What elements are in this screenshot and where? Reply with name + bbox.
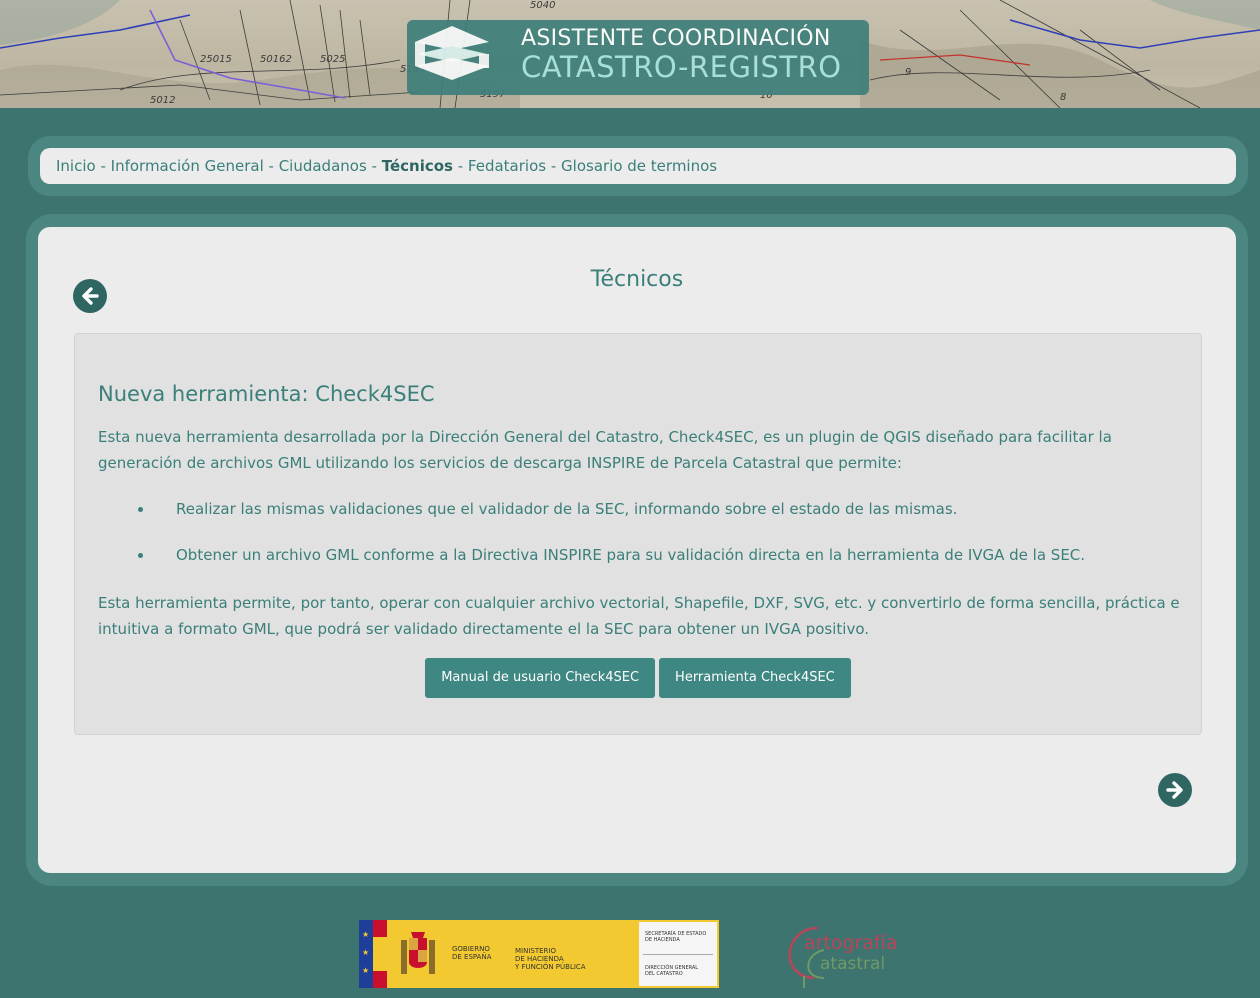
direccion-catastro-text: DIRECCIÓN GENERAL DEL CATASTRO [645, 965, 699, 977]
nav-link-informacion-general[interactable]: Información General [111, 157, 264, 175]
svg-text:25015: 25015 [200, 54, 232, 65]
ministerio-text: MINISTERIO DE HACIENDA Y FUNCIÓN PÚBLICA [515, 947, 586, 971]
nav-link-inicio[interactable]: Inicio [56, 157, 96, 175]
next-button[interactable] [1158, 773, 1192, 807]
check4sec-tool-button[interactable]: Herramienta Check4SEC [659, 658, 851, 698]
panel-heading: Nueva herramienta: Check4SEC [98, 382, 435, 406]
nav-separator: - [95, 157, 111, 175]
intro-paragraph: Esta nueva herramienta desarrollada por … [98, 428, 1112, 472]
list-item: Obtener un archivo GML conforme a la Dir… [98, 542, 1183, 588]
outro-paragraph: Esta herramienta permite, por tanto, ope… [98, 594, 1180, 638]
gobierno-espana-logo[interactable]: ★ ★ ★ GOBIERNO DE ESPAÑA MINISTERIO DE HAC… [359, 920, 719, 988]
gobierno-text: GOBIERNO DE ESPAÑA [452, 945, 492, 961]
breadcrumb-nav: Inicio - Información General - Ciudadano… [40, 148, 1236, 184]
feature-list: Realizar las mismas validaciones que el … [98, 496, 1183, 588]
list-item-text: Realizar las mismas validaciones que el … [176, 500, 958, 518]
list-item: Realizar las mismas validaciones que el … [98, 496, 1183, 542]
nav-link-fedatarios[interactable]: Fedatarios [468, 157, 546, 175]
bullet-icon [138, 553, 143, 558]
content-panel: Nueva herramienta: Check4SEC Esta nueva … [74, 333, 1202, 735]
logo-title-line1: ASISTENTE COORDINACIÓN [521, 26, 831, 51]
svg-text:50162: 50162 [260, 54, 292, 65]
nav-separator: - [546, 157, 562, 175]
nav-separator: - [263, 157, 279, 175]
arrow-right-circle-icon [1166, 781, 1183, 799]
cartografia-text: artografía [804, 932, 898, 954]
svg-text:8: 8 [1060, 92, 1066, 103]
site-logo[interactable]: ASISTENTE COORDINACIÓN CATASTRO-REGISTRO [407, 20, 869, 95]
button-row: Manual de usuario Check4SEC Herramienta … [75, 658, 1201, 698]
cartografia-catastral-logo[interactable]: artografía atastral [774, 920, 924, 990]
svg-text:9: 9 [905, 67, 911, 78]
secretaria-text: SECRETARÍA DE ESTADO DE HACIENDA [645, 931, 707, 943]
coat-of-arms-icon [401, 932, 435, 974]
nav-separator: - [452, 157, 468, 175]
logo-mark-icon [415, 26, 489, 80]
logo-title-line2: CATASTRO-REGISTRO [521, 50, 842, 84]
content-card: Técnicos Nueva herramienta: Check4SEC Es… [38, 227, 1236, 873]
nav-link-glosario[interactable]: Glosario de terminos [561, 157, 717, 175]
nav-separator: - [366, 157, 382, 175]
svg-text:5012: 5012 [150, 95, 175, 106]
list-item-text: Obtener un archivo GML conforme a la Dir… [176, 546, 1086, 564]
user-manual-button[interactable]: Manual de usuario Check4SEC [425, 658, 656, 698]
svg-text:5040: 5040 [530, 0, 555, 11]
bullet-icon [138, 507, 143, 512]
nav-link-ciudadanos[interactable]: Ciudadanos [279, 157, 367, 175]
header-banner: 25015 50162 5025 5012 5194 5197 9 10 8 5… [0, 0, 1260, 108]
eu-flag-icon: ★ ★ ★ [359, 920, 373, 988]
page-title: Técnicos [590, 267, 684, 292]
svg-text:5025: 5025 [320, 54, 345, 65]
secretaria-box: SECRETARÍA DE ESTADO DE HACIENDA DIRECCI… [639, 922, 717, 986]
catastral-text: atastral [820, 954, 886, 974]
nav-link-tecnicos[interactable]: Técnicos [382, 157, 453, 175]
